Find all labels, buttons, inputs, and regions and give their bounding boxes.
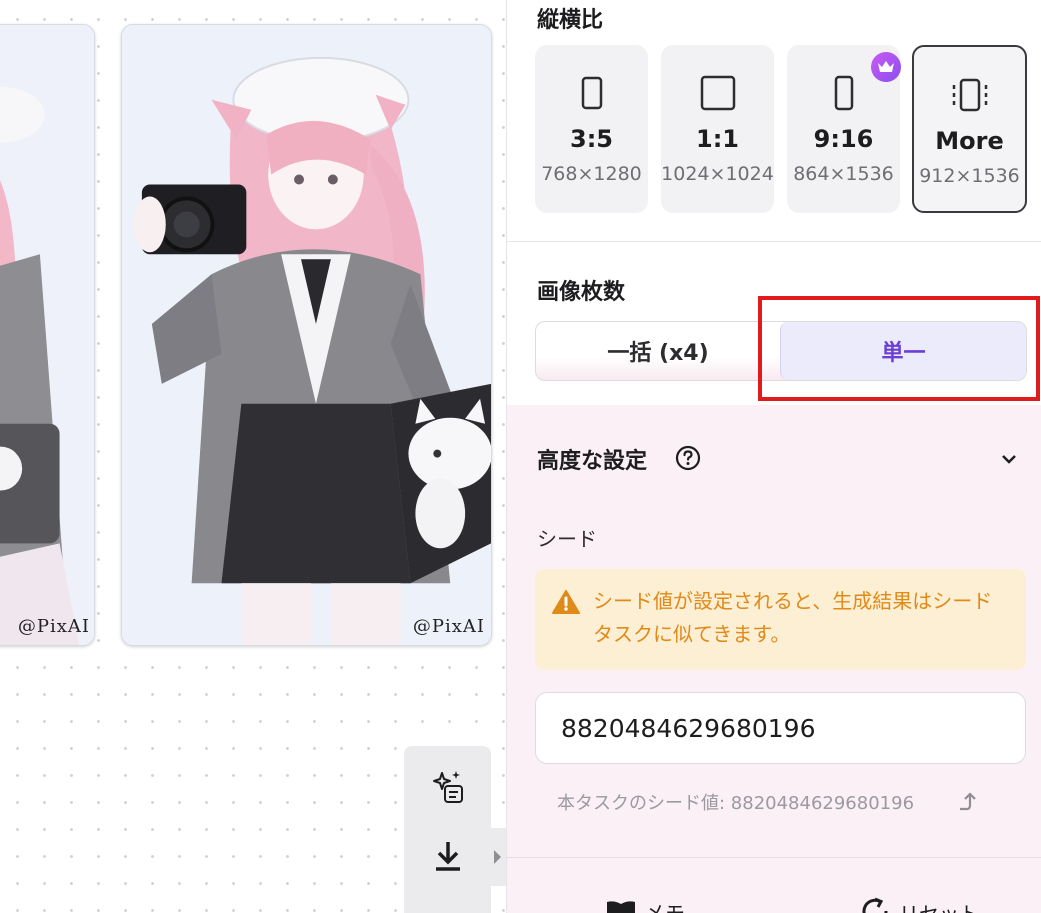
ratio-size: 768×1280: [541, 163, 642, 185]
aspect-ratio-title: 縦横比: [537, 8, 604, 33]
ratio-option-1-1[interactable]: 1:1 1024×1024: [661, 45, 774, 213]
advanced-settings-title[interactable]: 高度な設定: [537, 443, 647, 475]
ratio-label: 1:1: [696, 125, 739, 153]
batch-x4-option[interactable]: 一括 (x4): [536, 322, 780, 380]
ratio-option-more[interactable]: More 912×1536: [912, 45, 1027, 213]
reset-icon: [862, 897, 888, 913]
square-icon: [700, 75, 736, 111]
seed-input[interactable]: 8820484629680196: [535, 692, 1026, 764]
expand-panel-button[interactable]: [488, 828, 506, 886]
sparkle-edit-icon: [433, 771, 463, 803]
ratio-label: 3:5: [570, 125, 613, 153]
reset-button[interactable]: リセット: [861, 897, 979, 913]
image-count-title: 画像枚数: [537, 280, 626, 305]
portrait-rect-icon: [581, 75, 603, 111]
help-icon[interactable]: [675, 445, 701, 475]
seed-warning: シード値が設定されると、生成結果はシードタスクに似てきます。: [535, 569, 1026, 670]
warning-text: シード値が設定されると、生成結果はシードタスクに似てきます。: [593, 589, 993, 646]
anime-girl-image-left: [0, 25, 94, 645]
settings-panel: 縦横比 3:5 768×1280 1:1 1024×1024 9:16 864×…: [506, 0, 1041, 913]
seed-label: シード: [537, 527, 597, 551]
crown-icon: [871, 52, 901, 82]
section-divider: [507, 857, 1041, 858]
image-toolbar: [404, 746, 491, 913]
ratio-option-3-5[interactable]: 3:5 768×1280: [535, 45, 648, 213]
aspect-ratio-options: 3:5 768×1280 1:1 1024×1024 9:16 864×1536: [535, 45, 1027, 215]
generated-image-thumbnail[interactable]: @PixAI: [0, 24, 95, 646]
ratio-option-9-16[interactable]: 9:16 864×1536: [787, 45, 901, 213]
more-ratio-icon: [950, 77, 990, 113]
ratio-label: 9:16: [813, 125, 874, 153]
chevron-down-icon[interactable]: [1000, 450, 1018, 469]
highlight-annotation: [758, 296, 1040, 401]
memo-label: メモ: [645, 901, 685, 913]
ratio-size: 864×1536: [793, 163, 894, 185]
apply-seed-icon[interactable]: [957, 789, 981, 817]
anime-girl-image: [122, 25, 491, 645]
ratio-label: More: [935, 127, 1004, 155]
book-icon: [607, 900, 635, 913]
generated-image-main[interactable]: @PixAI: [121, 24, 492, 646]
download-icon: [436, 842, 460, 871]
ratio-size: 912×1536: [919, 165, 1020, 187]
triangle-right-icon: [494, 850, 501, 864]
advanced-settings-section: 高度な設定 シード シード値が設定されると、生成結果はシードタスクに似てきます。: [507, 405, 1041, 913]
memo-button[interactable]: メモ: [605, 897, 685, 913]
watermark: @PixAI: [17, 616, 90, 637]
magic-edit-button[interactable]: [426, 764, 470, 808]
ratio-size: 1024×1024: [661, 163, 774, 185]
reset-label: リセット: [899, 898, 979, 913]
tall-rect-icon: [834, 75, 854, 111]
section-divider: [507, 241, 1041, 242]
download-button[interactable]: [426, 834, 470, 878]
task-seed-text: 本タスクのシード値: 8820484629680196: [557, 793, 915, 814]
warning-icon: [552, 589, 580, 619]
watermark: @PixAI: [412, 616, 485, 637]
image-canvas: @PixAI @PixAI: [0, 0, 506, 913]
